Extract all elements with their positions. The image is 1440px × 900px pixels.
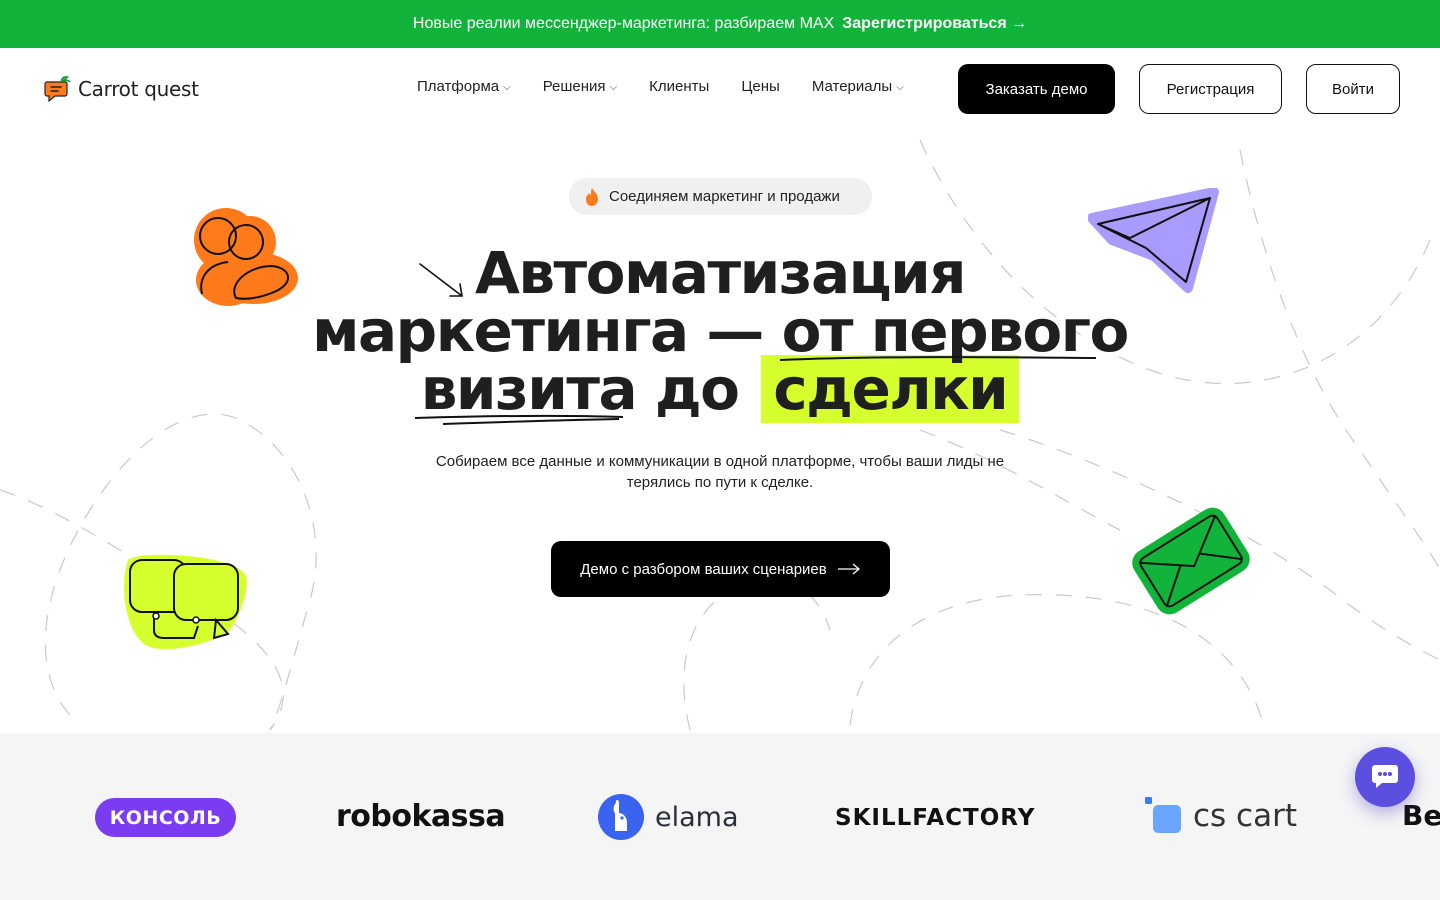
- chevron-down-icon: ⌵: [503, 82, 511, 93]
- chat-icon: [1372, 765, 1398, 788]
- client-logo-partial: Be: [1402, 799, 1440, 832]
- underline-doodle-icon: [414, 414, 623, 425]
- chevron-down-icon: ⌵: [609, 82, 618, 93]
- chevron-down-icon: ⌵: [896, 82, 904, 93]
- nav-label: Клиенты: [649, 78, 710, 95]
- hero-demo-label: Демо с разбором ваших сценариев: [580, 560, 827, 578]
- chat-widget-button[interactable]: [1355, 747, 1415, 807]
- cscart-logo-icon: [1145, 797, 1181, 833]
- cscart-logo-text: cs cart: [1193, 798, 1297, 834]
- paper-plane-icon: [1088, 188, 1219, 293]
- hero-title-underlined-2: визита: [414, 360, 638, 425]
- logo-text: Carrot quest: [78, 77, 199, 101]
- nav-label: Материалы: [811, 78, 893, 95]
- site-header: Carrot quest Платформа ⌵ Решения ⌵ Клиен…: [0, 48, 1440, 130]
- users-icon: [194, 208, 298, 306]
- hero-title: Автоматизация маркетинга — от первого ви…: [300, 244, 1140, 425]
- arrow-right-icon: [837, 563, 860, 575]
- client-logo-konsol: КОНСОЛЬ: [95, 798, 236, 837]
- client-logo-robokassa: robokassa: [336, 799, 506, 834]
- hero-subtitle: Собираем все данные и коммуникации в одн…: [435, 453, 1005, 491]
- tagline-pill: Соединяем маркетинг и продажи: [569, 178, 872, 215]
- login-button[interactable]: Войти: [1306, 64, 1400, 114]
- hero-title-underlined-1: от первого: [779, 302, 1129, 361]
- promo-banner[interactable]: Новые реалии мессенджер-маркетинга: разб…: [0, 0, 1440, 48]
- tagline-text: Соединяем маркетинг и продажи: [609, 188, 840, 205]
- fire-icon: [586, 187, 598, 206]
- nav-label: Платформа: [417, 78, 500, 95]
- underline-doodle-icon: [779, 356, 1096, 361]
- envelope-icon: [1132, 507, 1250, 615]
- clients-strip: КОНСОЛЬ robokassa elama SKILLFACTORY cs …: [0, 733, 1440, 900]
- nav-item-solutions[interactable]: Решения ⌵: [543, 78, 617, 95]
- order-demo-button[interactable]: Заказать демо: [958, 64, 1115, 114]
- client-logo-cscart: cs cart: [1145, 795, 1297, 837]
- chat-bubbles-icon: [124, 554, 247, 650]
- nav-item-clients[interactable]: Клиенты: [649, 78, 709, 95]
- nav-label: Решения: [542, 78, 606, 95]
- nav-item-prices[interactable]: Цены: [741, 78, 780, 95]
- banner-text: Новые реалии мессенджер-маркетинга: разб…: [412, 15, 835, 32]
- client-logo-skillfactory: SKILLFACTORY: [835, 805, 1036, 831]
- client-logo-elama: elama: [597, 793, 739, 841]
- main-nav: Платформа ⌵ Решения ⌵ Клиенты Цены Матер…: [417, 78, 904, 95]
- elama-logo-icon: [598, 794, 644, 840]
- banner-register-link[interactable]: Зарегистрироваться →: [842, 15, 1027, 33]
- nav-label: Цены: [741, 78, 780, 95]
- nav-item-materials[interactable]: Материалы ⌵: [812, 78, 904, 95]
- hero-title-line-3b: до: [654, 355, 740, 423]
- nav-item-platform[interactable]: Платформа ⌵: [417, 78, 511, 95]
- elama-logo-text: elama: [655, 801, 739, 833]
- hero-title-highlight: сделки: [761, 355, 1020, 423]
- carrot-logo-icon: [44, 76, 71, 103]
- hero-demo-button[interactable]: Демо с разбором ваших сценариев: [551, 541, 890, 597]
- register-button[interactable]: Регистрация: [1139, 64, 1282, 114]
- logo[interactable]: Carrot quest: [44, 74, 199, 104]
